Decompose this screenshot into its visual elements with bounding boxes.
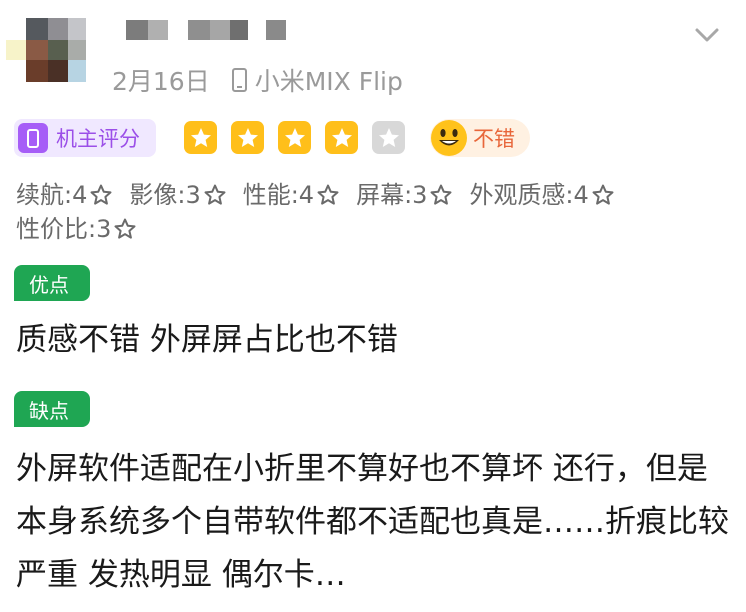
sub-scores: 续航:4 影像:3 性能:4 屏幕:3 外观质感:4 性价比:3	[16, 178, 741, 246]
pros-tag: 优点	[14, 265, 90, 301]
score-label: 性价比:3	[16, 215, 112, 243]
score-screen: 屏幕:3	[356, 178, 453, 212]
score-label: 续航:4	[16, 181, 88, 209]
star-outline-icon	[430, 184, 452, 205]
score-label: 性能:4	[242, 181, 315, 209]
star-icon-filled	[184, 121, 217, 154]
star-outline-icon	[592, 184, 614, 205]
review-meta: 2月16日 小米MIX Flip	[112, 62, 403, 98]
score-battery: 续航:4	[16, 178, 113, 212]
star-outline-icon	[204, 184, 226, 205]
phone-icon	[231, 68, 247, 92]
star-icon-empty	[372, 121, 405, 154]
score-label: 外观质感:4	[469, 181, 589, 209]
star-icon-filled	[325, 121, 358, 154]
device-name: 小米MIX Flip	[254, 67, 403, 96]
mood-label: 不错	[473, 127, 515, 151]
score-camera: 影像:3	[129, 178, 226, 212]
cons-text[interactable]: 外屏软件适配在小折里不算好也不算坏 还行，但是本身系统多个自带软件都不适配也真是…	[16, 443, 736, 602]
username-blurred[interactable]	[126, 20, 296, 42]
review-date: 2月16日	[112, 67, 210, 96]
star-rating	[184, 121, 419, 154]
avatar[interactable]	[6, 18, 88, 82]
chevron-down-icon[interactable]	[694, 22, 720, 48]
score-value: 性价比:3	[16, 212, 137, 246]
phone-icon	[18, 123, 48, 153]
star-outline-icon	[114, 218, 136, 239]
star-icon-filled	[278, 121, 311, 154]
star-outline-icon	[90, 184, 112, 205]
score-label: 屏幕:3	[356, 181, 428, 209]
mood-badge: 不错	[430, 119, 530, 157]
score-design: 外观质感:4	[469, 178, 614, 212]
owner-rating-badge: 机主评分	[14, 119, 156, 157]
owner-badge-label: 机主评分	[56, 127, 140, 151]
score-performance: 性能:4	[243, 178, 340, 212]
star-icon-filled	[231, 121, 264, 154]
star-outline-icon	[317, 184, 339, 205]
cons-tag: 缺点	[14, 391, 90, 427]
smiley-face-icon	[431, 120, 467, 156]
score-label: 影像:3	[129, 181, 201, 209]
pros-text: 质感不错 外屏屏占比也不错	[16, 322, 398, 358]
